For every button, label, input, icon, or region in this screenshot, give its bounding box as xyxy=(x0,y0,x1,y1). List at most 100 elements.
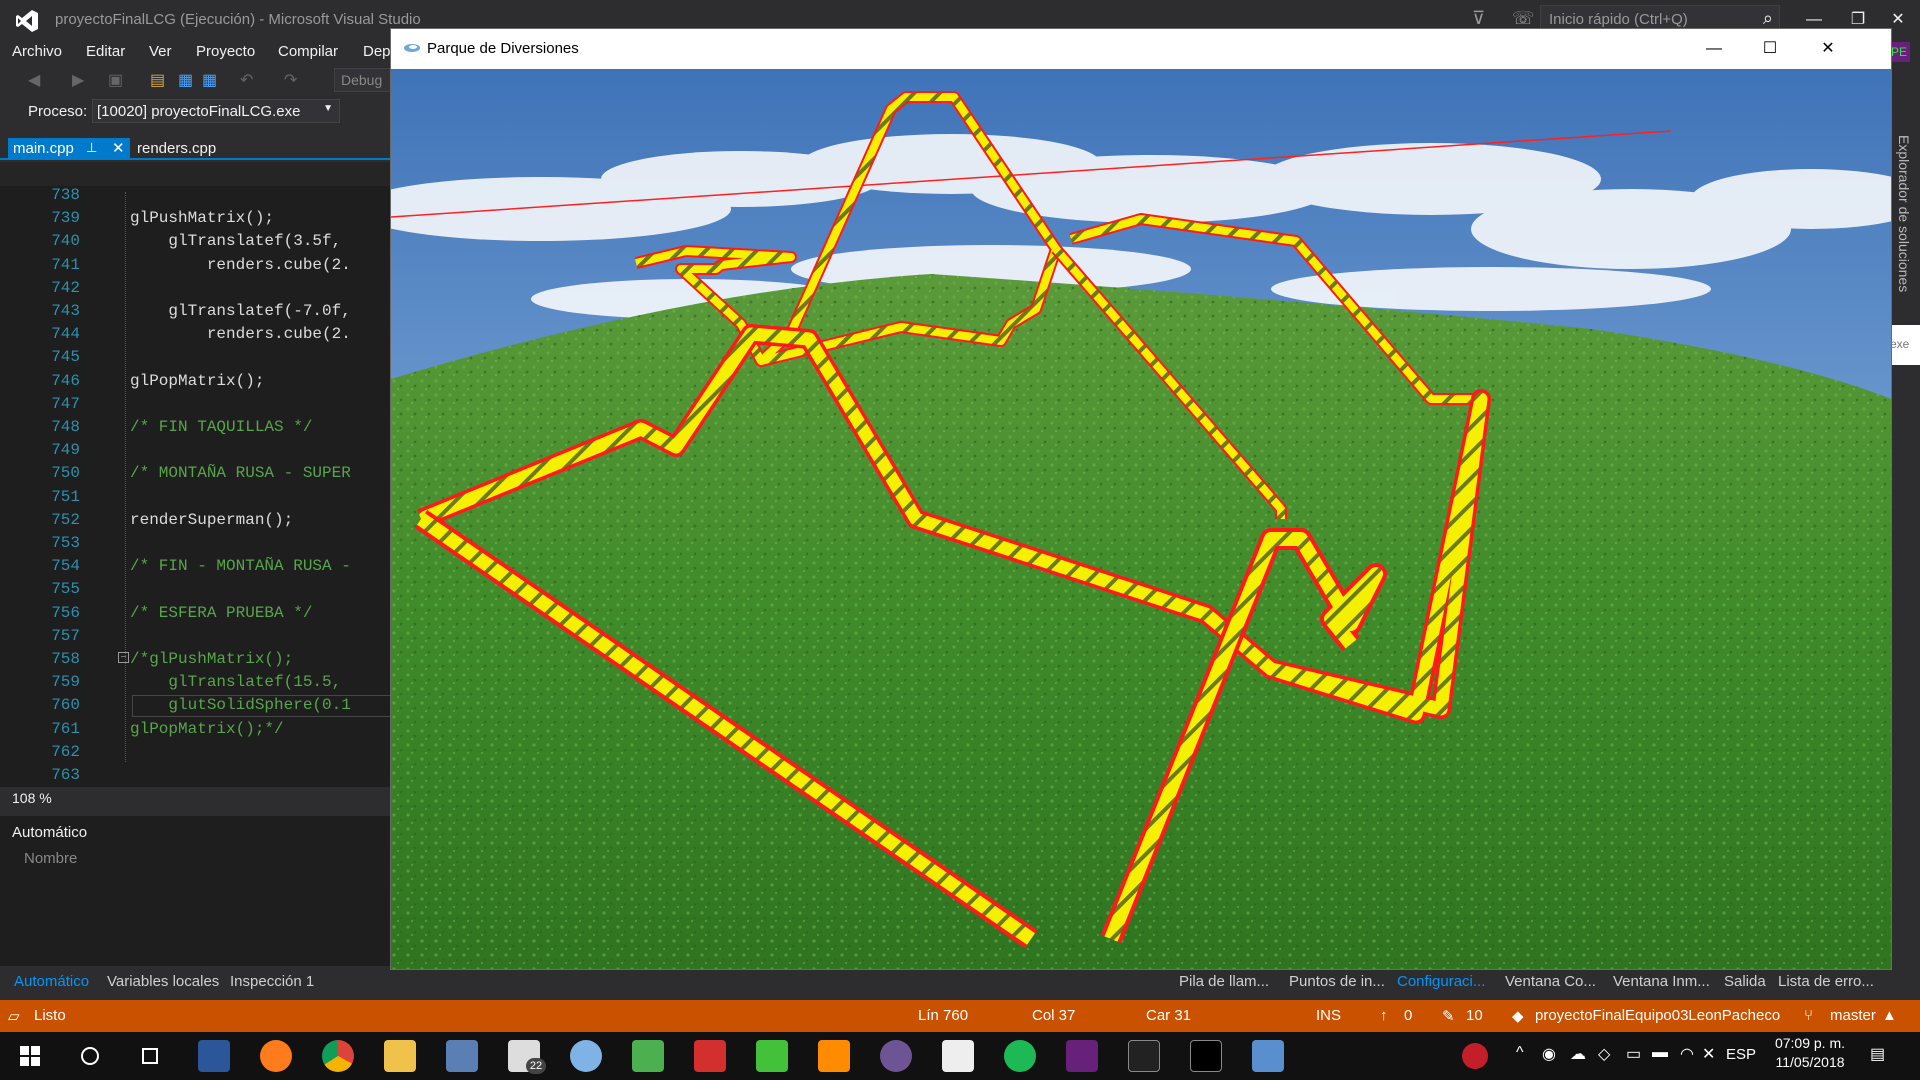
tab-pila-de-llamadas[interactable]: Pila de llam... xyxy=(1179,973,1269,990)
filter-icon[interactable]: ⊽ xyxy=(1472,8,1485,29)
sublime-icon[interactable] xyxy=(818,1040,850,1072)
app-red-icon[interactable] xyxy=(694,1040,726,1072)
code-editor[interactable]: 738 739 740 741 742 743 744 745 746 747 748 749 750 7… xyxy=(0,162,392,808)
language-indicator[interactable]: ESP xyxy=(1726,1046,1756,1063)
tab-variables-locales[interactable]: Variables locales xyxy=(107,973,219,990)
task-view-icon[interactable] xyxy=(134,1040,166,1072)
menu-proyecto[interactable]: Proyecto xyxy=(196,43,255,60)
menu-compilar[interactable]: Compilar xyxy=(278,43,338,60)
menu-depurar[interactable]: Dep xyxy=(363,43,391,60)
code-line[interactable]: /* FIN - MONTAÑA RUSA - xyxy=(130,557,351,575)
save-all-icon[interactable]: ▦ xyxy=(202,70,217,90)
tab-automatico[interactable]: Automático xyxy=(14,973,89,990)
chevron-up-icon[interactable]: ▲ xyxy=(1882,1007,1897,1024)
save-icon[interactable]: ▦ xyxy=(178,70,193,90)
code-line[interactable]: /*glPushMatrix(); xyxy=(130,650,293,668)
menu-editar[interactable]: Editar xyxy=(86,43,125,60)
code-line[interactable]: glPopMatrix();*/ xyxy=(130,720,284,738)
maximize-icon[interactable]: ☐ xyxy=(1747,35,1793,63)
autos-name-column[interactable]: Nombre xyxy=(24,850,77,867)
new-project-icon[interactable]: ▣ xyxy=(108,70,123,90)
feedback-icon[interactable]: ☏ xyxy=(1512,8,1535,29)
game-window-icon[interactable] xyxy=(1252,1040,1284,1072)
close-tab-icon[interactable]: ✕ xyxy=(112,139,125,157)
code-line[interactable]: glPushMatrix(); xyxy=(130,209,274,227)
search-icon[interactable]: ⌕ xyxy=(1763,8,1773,29)
clock-date[interactable]: 11/05/2018 xyxy=(1770,1054,1850,1070)
clock-time[interactable]: 07:09 p. m. xyxy=(1770,1035,1850,1051)
visual-studio-icon[interactable] xyxy=(1066,1040,1098,1072)
tab-renders-cpp[interactable]: renders.cpp xyxy=(137,140,216,157)
tab-puntos-de-interrupcion[interactable]: Puntos de in... xyxy=(1289,973,1385,990)
tab-inspeccion-1[interactable]: Inspección 1 xyxy=(230,973,314,990)
spotify-icon[interactable] xyxy=(1004,1040,1036,1072)
code-line[interactable]: /* FIN TAQUILLAS */ xyxy=(130,418,312,436)
file-explorer-icon[interactable] xyxy=(384,1040,416,1072)
status-up-count[interactable]: 0 xyxy=(1404,1007,1412,1024)
volume-muted-icon[interactable]: ✕ xyxy=(1702,1044,1715,1064)
back-icon[interactable]: ◀ xyxy=(28,70,40,90)
code-line[interactable]: glTranslatef(3.5f, xyxy=(130,232,341,250)
process-select[interactable]: [10020] proyectoFinalLCG.exe ▼ xyxy=(92,99,340,123)
network-globe-icon[interactable] xyxy=(570,1040,602,1072)
collapse-icon[interactable]: − xyxy=(118,652,129,663)
windows-start-icon[interactable] xyxy=(14,1040,46,1072)
epic-games-icon[interactable] xyxy=(1128,1040,1160,1072)
pin-icon[interactable]: ⊥ xyxy=(86,140,97,156)
status-pencil-count[interactable]: 10 xyxy=(1466,1007,1483,1024)
code-line[interactable]: renders.cube(2. xyxy=(130,256,351,274)
redo-icon[interactable]: ↷ xyxy=(284,70,297,90)
branch-icon[interactable]: ⑂ xyxy=(1804,1007,1813,1024)
dropbox-icon[interactable]: ◇ xyxy=(1598,1044,1610,1064)
menu-archivo[interactable]: Archivo xyxy=(12,43,62,60)
virtualbox-icon[interactable] xyxy=(446,1040,478,1072)
solution-explorer-tab[interactable]: Explorador de soluciones xyxy=(1896,135,1912,292)
tab-salida[interactable]: Salida xyxy=(1724,973,1766,990)
code-line[interactable]: /* ESFERA PRUEBA */ xyxy=(130,604,312,622)
zoom-level[interactable]: 108 % xyxy=(12,790,52,806)
wifi-icon[interactable]: ◠ xyxy=(1680,1044,1694,1064)
code-line[interactable]: glPopMatrix(); xyxy=(130,372,264,390)
menu-ver[interactable]: Ver xyxy=(149,43,172,60)
chevron-up-icon[interactable]: ^ xyxy=(1516,1044,1524,1062)
notification-icon[interactable]: ▤ xyxy=(1870,1044,1885,1064)
arrow-up-icon[interactable]: ↑ xyxy=(1380,1007,1388,1024)
code-line[interactable]: renders.cube(2. xyxy=(130,325,351,343)
green-app-icon[interactable] xyxy=(756,1040,788,1072)
opengl-viewport[interactable] xyxy=(391,69,1891,969)
chrome-icon[interactable] xyxy=(322,1040,354,1072)
minimize-icon[interactable]: — xyxy=(1691,35,1737,63)
open-folder-icon[interactable]: ▤ xyxy=(150,70,165,90)
7zip-icon[interactable] xyxy=(942,1040,974,1072)
github-icon[interactable] xyxy=(880,1040,912,1072)
status-repo[interactable]: proyectoFinalEquipo03LeonPacheco xyxy=(1535,1007,1780,1024)
tab-lista-de-errores[interactable]: Lista de erro... xyxy=(1778,973,1874,990)
record-icon[interactable]: ◉ xyxy=(1542,1044,1556,1064)
code-line[interactable]: renderSuperman(); xyxy=(130,511,293,529)
tab-configuracion[interactable]: Configuraci... xyxy=(1397,973,1485,990)
cloud-icon[interactable]: ☁ xyxy=(1570,1044,1586,1064)
code-line[interactable]: glutSolidSphere(0.1 xyxy=(130,696,350,714)
close-icon[interactable]: ✕ xyxy=(1805,35,1851,63)
tab-main-cpp[interactable]: main.cpp ⊥ ✕ xyxy=(8,138,130,160)
status-branch[interactable]: master xyxy=(1830,1007,1876,1024)
firefox-icon[interactable] xyxy=(260,1040,292,1072)
git-repo-icon[interactable]: ◆ xyxy=(1512,1007,1524,1025)
code-line[interactable]: glTranslatef(15.5, xyxy=(130,673,341,691)
search-circle-icon[interactable] xyxy=(74,1040,106,1072)
tray-red-icon[interactable] xyxy=(1462,1043,1488,1069)
game-window[interactable]: Parque de Diversiones — ☐ ✕ xyxy=(390,28,1892,970)
tab-ventana-inmediato[interactable]: Ventana Inm... xyxy=(1613,973,1710,990)
code-line[interactable]: glTranslatef(-7.0f, xyxy=(130,302,350,320)
word-icon[interactable] xyxy=(198,1040,230,1072)
undo-icon[interactable]: ↶ xyxy=(240,70,253,90)
battery-icon[interactable]: ▬ xyxy=(1652,1044,1668,1062)
network-icon[interactable]: ▭ xyxy=(1626,1044,1641,1064)
tab-ventana-comandos[interactable]: Ventana Co... xyxy=(1505,973,1596,990)
pencil-icon[interactable]: ✎ xyxy=(1442,1007,1455,1025)
image-viewer-icon[interactable] xyxy=(632,1040,664,1072)
terminal-icon[interactable] xyxy=(1190,1040,1222,1072)
forward-icon[interactable]: ▶ xyxy=(72,70,84,90)
code-text[interactable]: glPushMatrix(); glTranslatef(3.5f, rende… xyxy=(130,186,390,756)
code-line[interactable]: /* MONTAÑA RUSA - SUPER xyxy=(130,464,351,482)
